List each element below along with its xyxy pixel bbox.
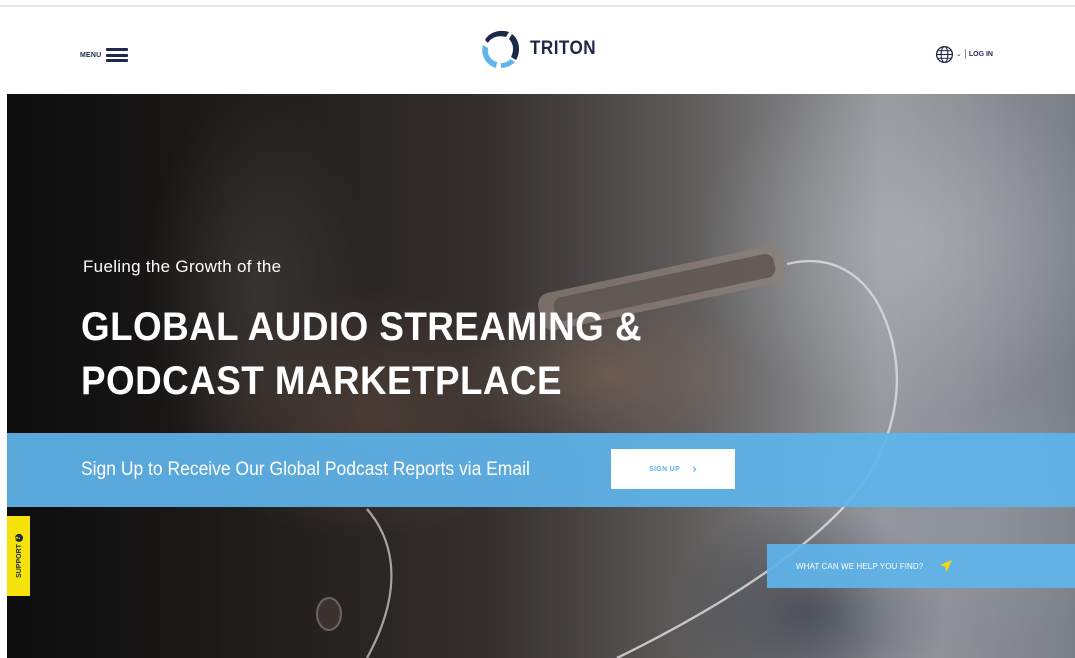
site-header: MENU TRITON ⌄ LOG IN (0, 7, 1075, 94)
menu-label: MENU (80, 51, 102, 59)
hero-title-line-1: GLOBAL AUDIO STREAMING & (81, 305, 642, 349)
send-icon (940, 560, 953, 572)
support-tab[interactable]: SUPPORT ? (7, 516, 30, 596)
help-search-label: WHAT CAN WE HELP YOU FIND? (796, 561, 924, 571)
menu-button[interactable]: MENU (80, 45, 129, 65)
login-link[interactable]: LOG IN (969, 51, 993, 58)
help-search-bar[interactable]: WHAT CAN WE HELP YOU FIND? (767, 544, 1075, 588)
signup-prompt: Sign Up to Receive Our Global Podcast Re… (81, 459, 530, 480)
chevron-down-icon[interactable]: ⌄ (956, 50, 962, 58)
hero-title-line-2: PODCAST MARKETPLACE (81, 359, 563, 403)
triton-logo[interactable]: TRITON (476, 25, 603, 73)
hero-subtitle: Fueling the Growth of the (83, 257, 282, 276)
chevron-right-icon: › (691, 462, 697, 476)
logo-text: TRITON (530, 38, 597, 59)
hero-title: GLOBAL AUDIO STREAMING & PODCAST MARKETP… (81, 300, 642, 408)
signup-banner: Sign Up to Receive Our Global Podcast Re… (7, 433, 1075, 507)
sign-up-button-label: SIGN UP (649, 465, 680, 473)
globe-icon[interactable] (935, 45, 954, 64)
question-icon: ? (14, 534, 23, 543)
page: MENU TRITON ⌄ LOG IN Fueling the Growth … (0, 0, 1075, 658)
triton-logo-icon (482, 30, 520, 68)
hamburger-icon (106, 48, 129, 62)
support-label: SUPPORT (15, 544, 22, 578)
hero-banner: Fueling the Growth of the GLOBAL AUDIO S… (7, 94, 1075, 658)
header-utilities: ⌄ LOG IN (935, 44, 993, 64)
header-divider (964, 49, 966, 59)
sign-up-button[interactable]: SIGN UP › (611, 449, 735, 489)
